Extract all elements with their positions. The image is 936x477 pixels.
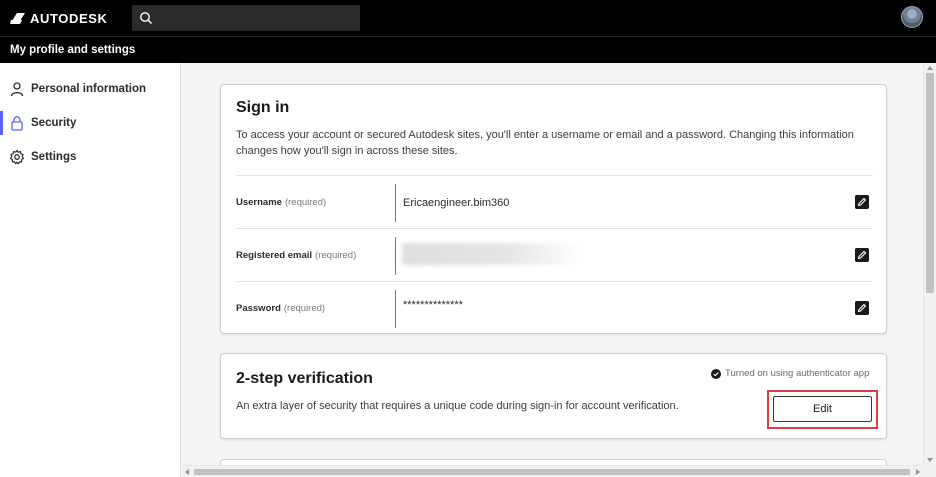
search-input[interactable]: [132, 5, 360, 31]
required-tag: (required): [315, 250, 357, 261]
sidebar-item-label: Security: [31, 117, 77, 129]
horizontal-scrollbar[interactable]: [182, 465, 923, 477]
page-title: My profile and settings: [10, 44, 136, 56]
main-content: Sign in To access your account or secure…: [182, 63, 923, 465]
username-value: Ericaengineer.bim360: [403, 196, 510, 209]
horizontal-scroll-thumb[interactable]: [194, 469, 910, 475]
field-label: Username: [236, 197, 282, 208]
scroll-left-arrow[interactable]: [185, 469, 189, 475]
sidebar-item-security[interactable]: Security: [0, 111, 181, 135]
check-circle-icon: [711, 368, 721, 379]
lock-icon: [11, 116, 23, 131]
field-label: Registered email: [236, 250, 313, 261]
sidebar-item-personal-information[interactable]: Personal information: [0, 77, 181, 101]
row-divider: [395, 237, 396, 275]
pencil-icon[interactable]: [855, 301, 869, 315]
signin-card: Sign in To access your account or secure…: [220, 84, 887, 334]
vertical-scrollbar[interactable]: [923, 63, 936, 465]
username-row: Username (required) Ericaengineer.bim360: [236, 175, 873, 228]
sub-header: My profile and settings: [0, 36, 936, 63]
two-step-card: 2-step verification Turned on using auth…: [220, 353, 887, 439]
edit-button[interactable]: Edit: [773, 396, 872, 422]
signin-title: Sign in: [236, 99, 290, 116]
two-step-status: Turned on using authenticator app: [711, 368, 869, 379]
row-divider: [395, 184, 396, 222]
sidebar-item-settings[interactable]: Settings: [0, 145, 181, 169]
pencil-icon[interactable]: [855, 248, 869, 262]
email-value-redacted: [402, 243, 582, 265]
scrollbar-corner: [923, 465, 936, 477]
sidebar-item-label: Settings: [31, 151, 77, 163]
two-step-title: 2-step verification: [236, 370, 373, 387]
row-divider: [395, 290, 396, 328]
person-icon: [10, 82, 24, 97]
sidebar: Personal information Security Settings: [0, 63, 181, 477]
brand-name: AUTODESK: [30, 11, 108, 26]
password-value: **************: [403, 298, 463, 311]
two-step-description: An extra layer of security that requires…: [236, 400, 679, 412]
password-label: Password (required): [236, 282, 325, 335]
email-row: Registered email (required): [236, 228, 873, 281]
password-row: Password (required) **************: [236, 281, 873, 334]
gear-icon: [9, 149, 25, 165]
top-bar: AUTODESK: [0, 0, 936, 36]
scroll-up-arrow[interactable]: [927, 66, 933, 70]
email-label: Registered email (required): [236, 229, 356, 282]
scroll-down-arrow[interactable]: [927, 458, 933, 462]
vertical-scroll-thumb[interactable]: [926, 73, 934, 293]
sidebar-item-label: Personal information: [31, 83, 147, 95]
pencil-icon[interactable]: [855, 195, 869, 209]
autodesk-logo[interactable]: AUTODESK: [10, 11, 108, 26]
autodesk-logo-icon: [10, 13, 25, 24]
required-tag: (required): [284, 197, 327, 208]
signin-description: To access your account or secured Autode…: [236, 129, 854, 157]
field-label: Password: [236, 303, 281, 314]
status-text: Turned on using authenticator app: [725, 368, 870, 379]
user-avatar[interactable]: [901, 6, 923, 28]
scroll-right-arrow[interactable]: [916, 469, 920, 475]
required-tag: (required): [283, 303, 326, 314]
username-label: Username (required): [236, 176, 326, 229]
search-icon: [140, 12, 153, 25]
